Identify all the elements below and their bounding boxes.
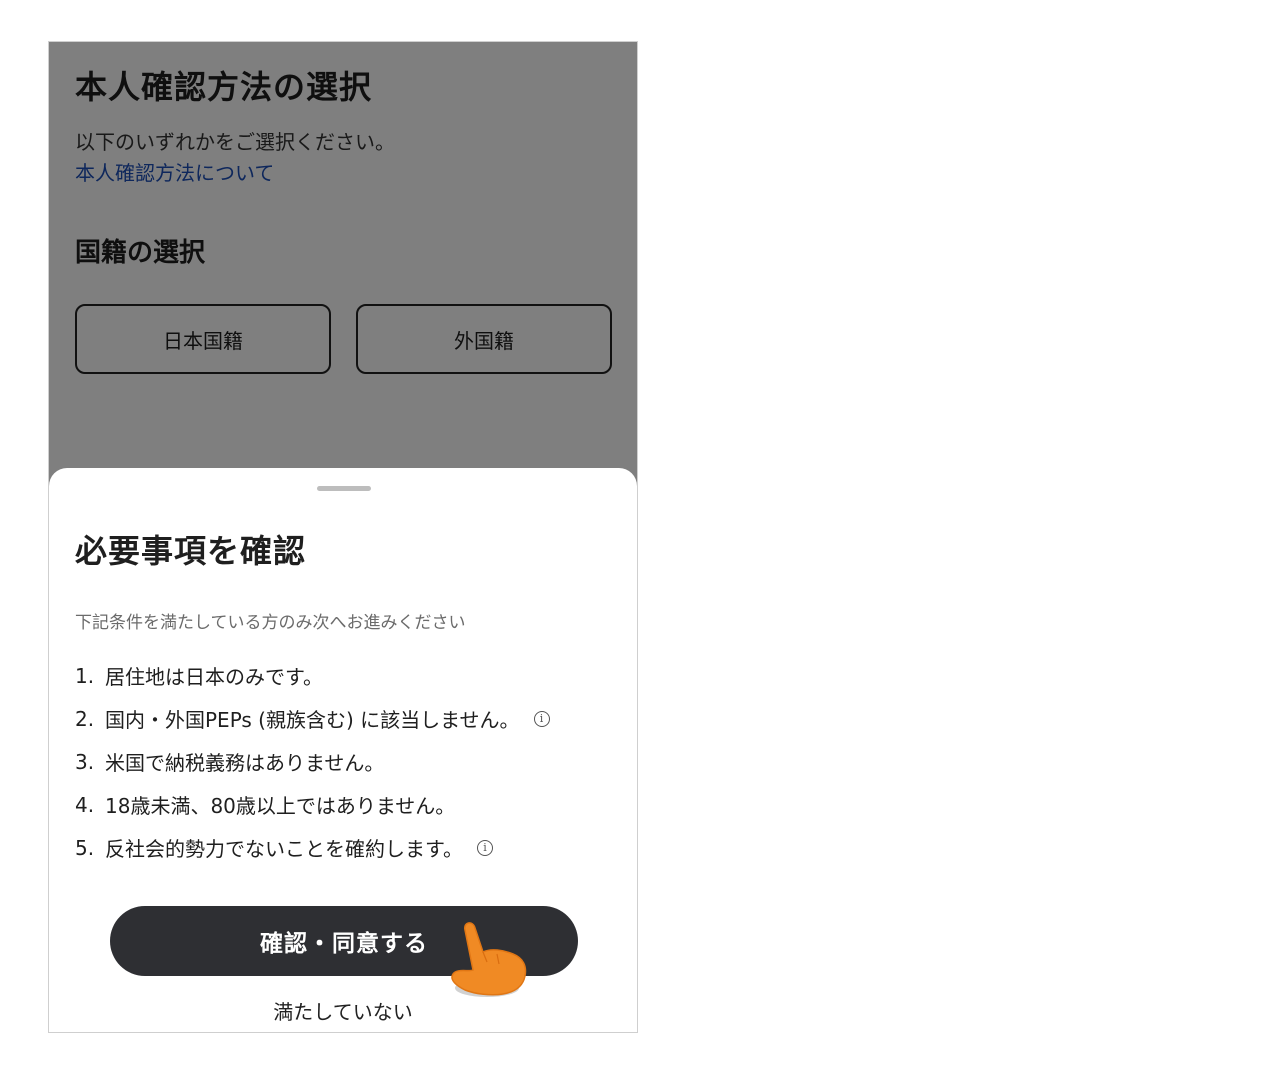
list-item: 3. 米国で納税義務はありません。 — [75, 740, 550, 783]
item-text: 居住地は日本のみです。 — [105, 665, 323, 689]
item-number: 1. — [75, 663, 95, 688]
item-text: 18歳未満、80歳以上ではありません。 — [105, 794, 456, 818]
item-number: 4. — [75, 792, 95, 817]
list-item: 2. 国内・外国PEPs (親族含む) に該当しません。 i — [75, 697, 550, 740]
sheet-title: 必要事項を確認 — [75, 532, 307, 570]
list-item: 1. 居住地は日本のみです。 — [75, 654, 550, 697]
sheet-note: 下記条件を満たしている方のみ次へお進みください — [75, 613, 466, 633]
sheet-drag-handle[interactable] — [317, 486, 371, 491]
item-text: 米国で納税義務はありません。 — [105, 751, 385, 775]
info-icon[interactable]: i — [477, 839, 493, 856]
pointing-hand-icon — [451, 922, 527, 997]
list-item: 4. 18歳未満、80歳以上ではありません。 — [75, 783, 550, 826]
item-text: 反社会的勢力でないことを確約します。 — [105, 837, 463, 861]
phone-screen: 本人確認方法の選択 以下のいずれかをご選択ください。 本人確認方法について 国籍… — [48, 41, 638, 1033]
bottom-sheet: 必要事項を確認 下記条件を満たしている方のみ次へお進みください 1. 居住地は日… — [49, 468, 637, 1032]
item-text: 国内・外国PEPs (親族含む) に該当しません。 — [105, 708, 520, 732]
item-number: 2. — [75, 706, 95, 731]
list-item: 5. 反社会的勢力でないことを確約します。 i — [75, 826, 550, 869]
info-icon[interactable]: i — [533, 710, 550, 727]
item-number: 3. — [75, 749, 95, 774]
item-number: 5. — [75, 835, 95, 860]
conditions-list: 1. 居住地は日本のみです。 2. 国内・外国PEPs (親族含む) に該当しま… — [75, 654, 550, 869]
not-satisfied-link[interactable]: 満たしていない — [49, 996, 637, 1025]
